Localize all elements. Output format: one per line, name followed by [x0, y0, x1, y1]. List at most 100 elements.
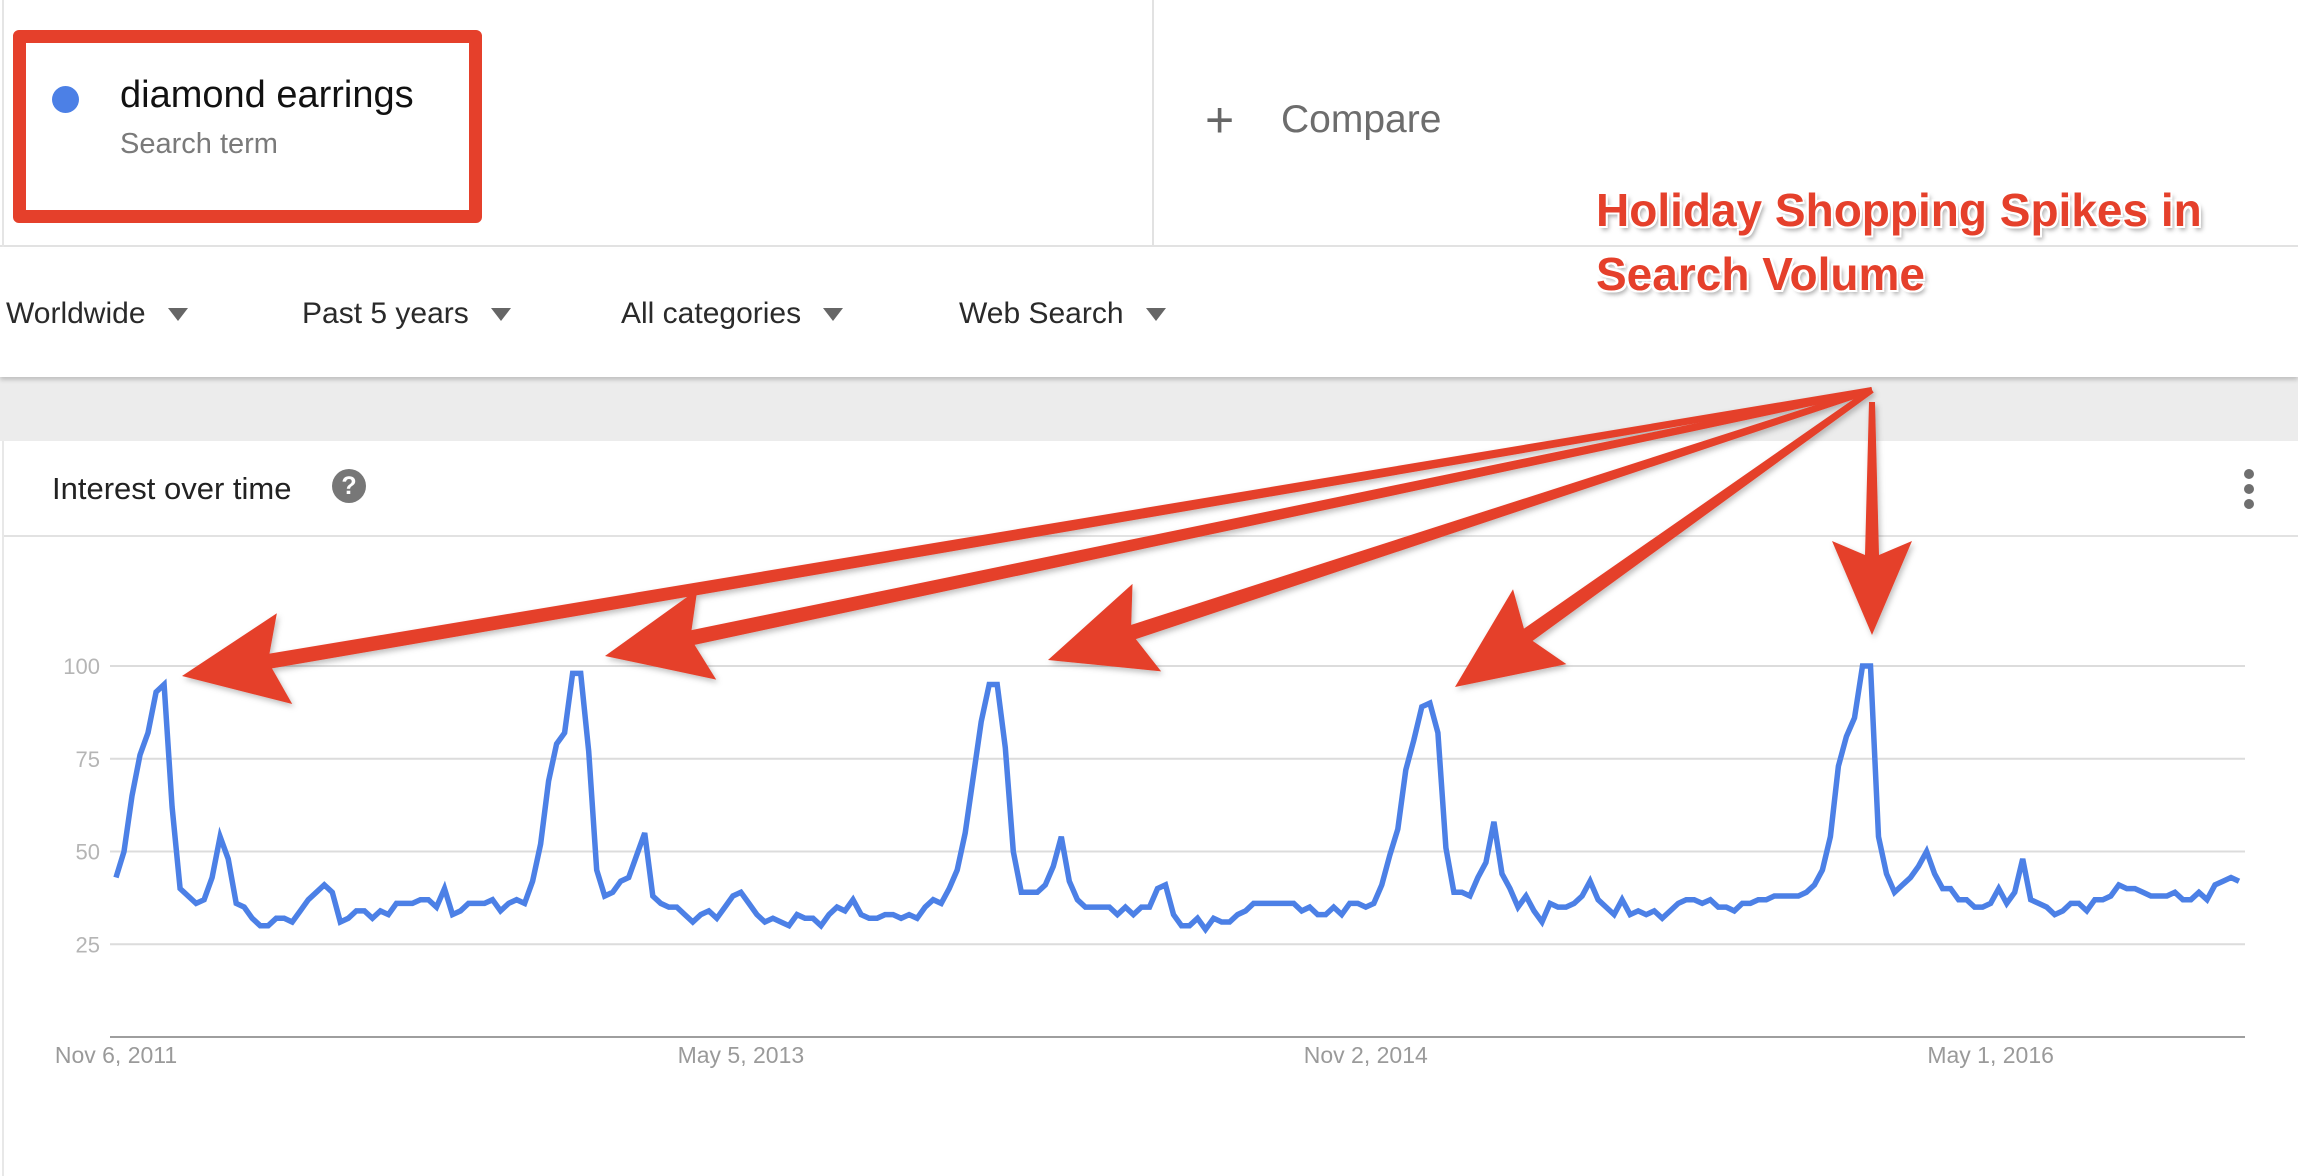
- data-point[interactable]: [1137, 903, 1145, 911]
- data-point[interactable]: [1554, 903, 1562, 911]
- data-point[interactable]: [1001, 744, 1009, 752]
- data-point[interactable]: [529, 877, 537, 885]
- data-point[interactable]: [152, 688, 160, 696]
- data-point[interactable]: [1562, 903, 1570, 911]
- data-point[interactable]: [432, 903, 440, 911]
- data-point[interactable]: [1746, 899, 1754, 907]
- data-point[interactable]: [1802, 888, 1810, 896]
- data-point[interactable]: [713, 914, 721, 922]
- data-point[interactable]: [1538, 918, 1546, 926]
- data-point[interactable]: [857, 911, 865, 919]
- data-point[interactable]: [881, 911, 889, 919]
- data-point[interactable]: [1210, 914, 1218, 922]
- data-point[interactable]: [1274, 899, 1282, 907]
- data-point[interactable]: [376, 907, 384, 915]
- data-point[interactable]: [1370, 899, 1378, 907]
- data-point[interactable]: [1354, 899, 1362, 907]
- data-point[interactable]: [272, 914, 280, 922]
- data-point[interactable]: [2003, 899, 2011, 907]
- data-point[interactable]: [1923, 848, 1931, 856]
- data-point[interactable]: [1298, 907, 1306, 915]
- data-point[interactable]: [1434, 729, 1442, 737]
- data-point[interactable]: [897, 914, 905, 922]
- data-point[interactable]: [1498, 870, 1506, 878]
- data-point[interactable]: [2235, 877, 2243, 885]
- data-point[interactable]: [937, 899, 945, 907]
- data-point[interactable]: [1722, 903, 1730, 911]
- data-point[interactable]: [1057, 833, 1065, 841]
- data-point[interactable]: [2107, 892, 2115, 900]
- data-point[interactable]: [1073, 896, 1081, 904]
- data-point[interactable]: [617, 877, 625, 885]
- data-point[interactable]: [697, 911, 705, 919]
- data-point[interactable]: [649, 892, 657, 900]
- data-point[interactable]: [921, 903, 929, 911]
- data-point[interactable]: [160, 681, 168, 689]
- data-point[interactable]: [1858, 662, 1866, 670]
- data-point[interactable]: [2219, 877, 2227, 885]
- data-point[interactable]: [1866, 662, 1874, 670]
- data-point[interactable]: [2171, 888, 2179, 896]
- data-point[interactable]: [2075, 899, 2083, 907]
- data-point[interactable]: [1826, 833, 1834, 841]
- help-icon[interactable]: ?: [332, 469, 366, 503]
- data-point[interactable]: [537, 840, 545, 848]
- data-point[interactable]: [793, 911, 801, 919]
- data-point[interactable]: [953, 866, 961, 874]
- data-point[interactable]: [577, 669, 585, 677]
- data-point[interactable]: [825, 911, 833, 919]
- data-point[interactable]: [1955, 896, 1963, 904]
- data-point[interactable]: [681, 911, 689, 919]
- data-point[interactable]: [1666, 907, 1674, 915]
- data-point[interactable]: [1738, 899, 1746, 907]
- data-point[interactable]: [1546, 899, 1554, 907]
- data-point[interactable]: [497, 907, 505, 915]
- data-point[interactable]: [889, 911, 897, 919]
- data-point[interactable]: [224, 855, 232, 863]
- data-point[interactable]: [2195, 888, 2203, 896]
- data-point[interactable]: [561, 729, 569, 737]
- data-point[interactable]: [1907, 873, 1915, 881]
- data-point[interactable]: [1378, 881, 1386, 889]
- data-point[interactable]: [1450, 888, 1458, 896]
- data-point[interactable]: [1306, 903, 1314, 911]
- data-point[interactable]: [2163, 892, 2171, 900]
- data-point[interactable]: [673, 903, 681, 911]
- data-point[interactable]: [489, 896, 497, 904]
- data-point[interactable]: [1754, 896, 1762, 904]
- data-point[interactable]: [761, 918, 769, 926]
- data-point[interactable]: [1842, 732, 1850, 740]
- data-point[interactable]: [2051, 911, 2059, 919]
- data-point[interactable]: [2019, 855, 2027, 863]
- data-point[interactable]: [1658, 914, 1666, 922]
- data-point[interactable]: [120, 848, 128, 856]
- data-point[interactable]: [1386, 851, 1394, 859]
- data-point[interactable]: [336, 918, 344, 926]
- data-point[interactable]: [1786, 892, 1794, 900]
- data-point[interactable]: [1113, 911, 1121, 919]
- data-point[interactable]: [2147, 892, 2155, 900]
- data-point[interactable]: [2067, 899, 2075, 907]
- filter-location-dropdown[interactable]: Worldwide: [6, 297, 188, 331]
- data-point[interactable]: [2091, 896, 2099, 904]
- data-point[interactable]: [1410, 736, 1418, 744]
- data-point[interactable]: [208, 873, 216, 881]
- data-point[interactable]: [1330, 903, 1338, 911]
- data-point[interactable]: [256, 922, 264, 930]
- data-point[interactable]: [505, 899, 513, 907]
- data-point[interactable]: [368, 914, 376, 922]
- data-point[interactable]: [168, 803, 176, 811]
- data-point[interactable]: [2227, 873, 2235, 881]
- data-point[interactable]: [1818, 866, 1826, 874]
- data-point[interactable]: [1338, 911, 1346, 919]
- data-point[interactable]: [993, 681, 1001, 689]
- data-point[interactable]: [328, 888, 336, 896]
- data-point[interactable]: [553, 740, 561, 748]
- data-point[interactable]: [1202, 925, 1210, 933]
- data-point[interactable]: [601, 892, 609, 900]
- data-point[interactable]: [729, 892, 737, 900]
- data-point[interactable]: [2123, 885, 2131, 893]
- filter-category-dropdown[interactable]: All categories: [621, 297, 844, 331]
- data-point[interactable]: [1979, 903, 1987, 911]
- data-point[interactable]: [865, 914, 873, 922]
